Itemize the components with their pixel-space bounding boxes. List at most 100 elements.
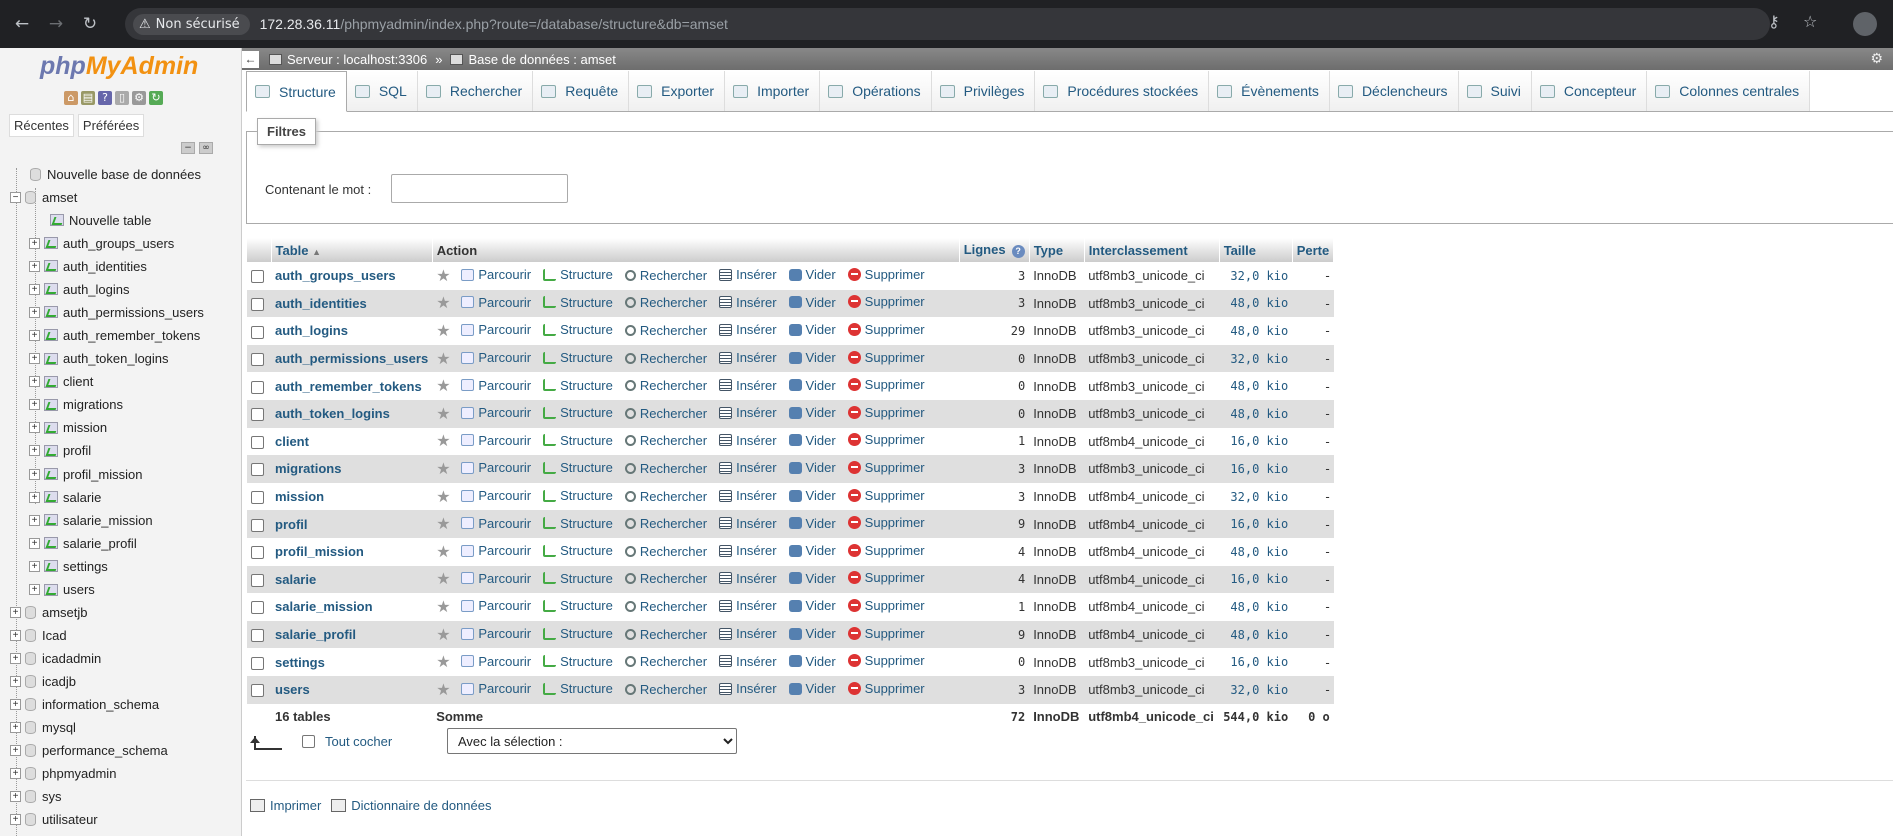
- size-cell[interactable]: 32,0 kio: [1219, 482, 1293, 511]
- empty-link[interactable]: Vider: [788, 378, 836, 393]
- expand-icon[interactable]: +: [29, 399, 40, 411]
- empty-link[interactable]: Vider: [788, 460, 836, 475]
- table-name-link[interactable]: auth_logins: [275, 323, 348, 338]
- drop-link[interactable]: Supprimer: [847, 322, 925, 337]
- search-link[interactable]: Rechercher: [624, 489, 707, 504]
- help-icon[interactable]: ?: [1011, 244, 1025, 258]
- empty-link[interactable]: Vider: [788, 295, 836, 310]
- browse-link[interactable]: Parcourir: [461, 626, 531, 641]
- structure-link[interactable]: Structure: [543, 322, 613, 337]
- size-cell[interactable]: 48,0 kio: [1219, 399, 1293, 428]
- search-link[interactable]: Rechercher: [624, 627, 707, 642]
- collapse-icon[interactable]: −: [10, 191, 21, 203]
- reload-nav-icon[interactable]: ↻: [149, 91, 163, 105]
- sidebar-table-item[interactable]: + migrations: [29, 395, 123, 415]
- size-cell[interactable]: 16,0 kio: [1219, 427, 1293, 456]
- profile-avatar[interactable]: [1853, 12, 1877, 36]
- table-name-link[interactable]: auth_permissions_users: [275, 351, 428, 366]
- sidebar-table-item[interactable]: + auth_identities: [29, 256, 147, 276]
- expand-icon[interactable]: +: [10, 652, 21, 664]
- browse-link[interactable]: Parcourir: [461, 267, 531, 282]
- row-checkbox[interactable]: [251, 463, 264, 477]
- sidebar-db-item[interactable]: + performance_schema: [10, 741, 168, 761]
- search-link[interactable]: Rechercher: [624, 378, 707, 393]
- insert-link[interactable]: Insérer: [719, 295, 777, 310]
- search-link[interactable]: Rechercher: [624, 406, 707, 421]
- sidebar-db-item[interactable]: + information_schema: [10, 694, 159, 714]
- table-name-link[interactable]: profil: [275, 517, 308, 532]
- drop-link[interactable]: Supprimer: [847, 460, 925, 475]
- forward-arrow-icon[interactable]: →: [44, 12, 68, 36]
- browse-link[interactable]: Parcourir: [461, 405, 531, 420]
- empty-link[interactable]: Vider: [788, 571, 836, 586]
- browse-link[interactable]: Parcourir: [461, 350, 531, 365]
- sidebar-table-item[interactable]: + settings: [29, 556, 108, 576]
- header-collation[interactable]: Interclassement: [1084, 238, 1220, 262]
- structure-link[interactable]: Structure: [543, 350, 613, 365]
- drop-link[interactable]: Supprimer: [847, 598, 925, 613]
- sidebar-table-item[interactable]: + users: [29, 580, 95, 600]
- expand-icon[interactable]: +: [29, 237, 40, 249]
- tab-search[interactable]: Rechercher: [417, 71, 534, 111]
- table-name-link[interactable]: profil_mission: [275, 544, 364, 559]
- expand-icon[interactable]: +: [10, 768, 21, 780]
- tab-central-columns[interactable]: Colonnes centrales: [1647, 71, 1811, 111]
- expand-icon[interactable]: +: [29, 353, 40, 364]
- size-cell[interactable]: 48,0 kio: [1219, 593, 1293, 621]
- drop-link[interactable]: Supprimer: [847, 543, 925, 558]
- check-all-label[interactable]: Tout cocher: [325, 734, 392, 749]
- insert-link[interactable]: Insérer: [719, 267, 777, 282]
- structure-link[interactable]: Structure: [543, 378, 613, 393]
- drop-link[interactable]: Supprimer: [847, 488, 925, 503]
- row-checkbox[interactable]: [251, 270, 264, 284]
- favorite-star-icon[interactable]: ★: [436, 654, 450, 671]
- header-type[interactable]: Type: [1029, 238, 1085, 262]
- favorite-star-icon[interactable]: ★: [436, 406, 450, 423]
- favorite-star-icon[interactable]: ★: [436, 461, 450, 478]
- drop-link[interactable]: Supprimer: [847, 350, 925, 365]
- browse-link[interactable]: Parcourir: [461, 516, 531, 531]
- search-link[interactable]: Rechercher: [624, 544, 707, 559]
- row-checkbox[interactable]: [251, 629, 264, 643]
- tab-query[interactable]: Requête: [533, 71, 630, 111]
- insert-link[interactable]: Insérer: [719, 460, 777, 475]
- size-cell[interactable]: 32,0 kio: [1219, 675, 1293, 704]
- link-icon[interactable]: ∞: [199, 142, 213, 154]
- insert-link[interactable]: Insérer: [719, 654, 777, 669]
- empty-link[interactable]: Vider: [788, 681, 836, 696]
- drop-link[interactable]: Supprimer: [847, 653, 925, 668]
- insert-link[interactable]: Insérer: [719, 433, 777, 448]
- table-name-link[interactable]: migrations: [275, 461, 341, 476]
- collapse-nav-icon[interactable]: ←: [242, 50, 259, 68]
- row-checkbox[interactable]: [251, 380, 264, 394]
- empty-link[interactable]: Vider: [788, 488, 836, 503]
- browse-link[interactable]: Parcourir: [461, 295, 531, 310]
- tab-import[interactable]: Importer: [725, 71, 821, 111]
- insert-link[interactable]: Insérer: [719, 681, 777, 696]
- drop-link[interactable]: Supprimer: [847, 377, 925, 392]
- print-link[interactable]: Imprimer: [270, 798, 321, 813]
- sidebar-table-item[interactable]: + profil_mission: [29, 464, 142, 484]
- insert-link[interactable]: Insérer: [719, 350, 777, 365]
- settings-icon[interactable]: ⚙: [132, 91, 146, 105]
- empty-link[interactable]: Vider: [788, 433, 836, 448]
- search-link[interactable]: Rechercher: [624, 351, 707, 366]
- structure-link[interactable]: Structure: [543, 295, 613, 310]
- size-cell[interactable]: 16,0 kio: [1219, 510, 1293, 538]
- row-checkbox[interactable]: [251, 684, 264, 698]
- tab-privileges[interactable]: Privilèges: [931, 71, 1036, 111]
- expand-icon[interactable]: +: [10, 814, 21, 826]
- tab-sql[interactable]: SQL: [346, 71, 418, 111]
- size-cell[interactable]: 48,0 kio: [1219, 372, 1293, 400]
- logout-icon[interactable]: ▤: [81, 91, 95, 105]
- row-checkbox[interactable]: [251, 656, 264, 670]
- row-checkbox[interactable]: [251, 518, 264, 532]
- structure-link[interactable]: Structure: [543, 626, 613, 641]
- empty-link[interactable]: Vider: [788, 654, 836, 669]
- empty-link[interactable]: Vider: [788, 322, 836, 337]
- size-cell[interactable]: 48,0 kio: [1219, 317, 1293, 345]
- address-bar[interactable]: ⚠ Non sécurisé 172.28.36.11/phpmyadmin/i…: [125, 8, 1770, 40]
- expand-icon[interactable]: +: [29, 329, 40, 341]
- header-overhead[interactable]: Perte: [1292, 238, 1335, 262]
- sidebar-db-item[interactable]: + utilisateur: [10, 810, 98, 830]
